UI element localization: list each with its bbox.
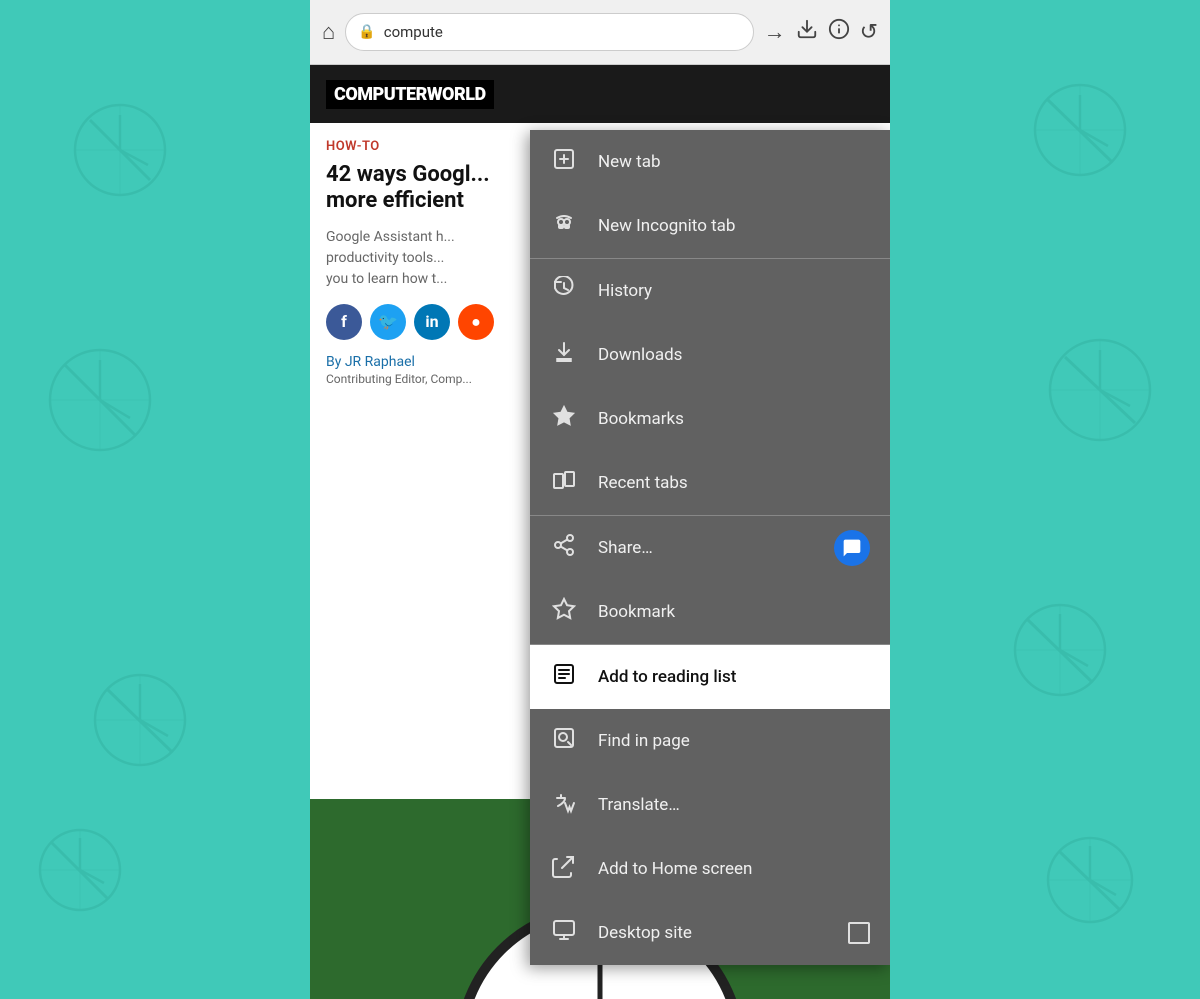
facebook-icon[interactable]: f (326, 304, 362, 340)
menu-item-new-tab[interactable]: New tab (530, 130, 890, 194)
recent-tabs-icon (550, 468, 578, 498)
refresh-icon[interactable]: ↺ (860, 20, 878, 45)
menu-item-desktop-site[interactable]: Desktop site (530, 901, 890, 965)
find-in-page-icon (550, 726, 578, 756)
menu-item-new-incognito-tab[interactable]: New Incognito tab (530, 194, 890, 258)
share-label: Share… (598, 538, 814, 558)
address-text: compute (384, 23, 443, 41)
bookmarks-label: Bookmarks (598, 409, 870, 429)
twitter-icon[interactable]: 🐦 (370, 304, 406, 340)
menu-item-recent-tabs[interactable]: Recent tabs (530, 451, 890, 515)
history-icon (550, 276, 578, 306)
share-icon (550, 533, 578, 563)
site-header: COMPUTERWORLD (310, 65, 890, 123)
add-home-screen-label: Add to Home screen (598, 859, 870, 879)
reading-list-icon (550, 662, 578, 692)
menu-item-add-home-screen[interactable]: Add to Home screen (530, 837, 890, 901)
desktop-site-label: Desktop site (598, 923, 828, 943)
new-tab-label: New tab (598, 152, 870, 172)
translate-icon (550, 790, 578, 820)
download-icon[interactable] (796, 18, 818, 46)
desktop-site-checkbox[interactable] (848, 922, 870, 944)
share-badge (834, 530, 870, 566)
downloads-icon (550, 340, 578, 370)
reddit-icon[interactable]: ● (458, 304, 494, 340)
bookmarks-icon (550, 404, 578, 434)
menu-item-find-in-page[interactable]: Find in page (530, 709, 890, 773)
history-label: History (598, 281, 870, 301)
phone-frame: ⌂ 🔒 compute → ↺ COMPUTERWORLD (310, 0, 890, 999)
downloads-label: Downloads (598, 345, 870, 365)
info-icon[interactable] (828, 18, 850, 46)
bookmark-icon (550, 597, 578, 627)
incognito-icon (550, 211, 578, 241)
incognito-label: New Incognito tab (598, 216, 870, 236)
desktop-site-icon (550, 918, 578, 948)
menu-item-bookmarks[interactable]: Bookmarks (530, 387, 890, 451)
page-content: COMPUTERWORLD HOW-TO 42 ways Googl...mor… (310, 65, 890, 999)
menu-item-bookmark[interactable]: Bookmark (530, 580, 890, 644)
site-logo: COMPUTERWORLD (326, 80, 494, 109)
lock-icon: 🔒 (358, 24, 375, 40)
menu-item-share[interactable]: Share… (530, 516, 890, 580)
linkedin-icon[interactable]: in (414, 304, 450, 340)
menu-item-translate[interactable]: Translate… (530, 773, 890, 837)
bookmark-label: Bookmark (598, 602, 870, 622)
browser-toolbar: ⌂ 🔒 compute → ↺ (310, 0, 890, 65)
find-in-page-label: Find in page (598, 731, 870, 751)
new-tab-icon (550, 147, 578, 177)
menu-item-downloads[interactable]: Downloads (530, 323, 890, 387)
add-reading-list-label: Add to reading list (598, 667, 870, 687)
menu-item-history[interactable]: History (530, 259, 890, 323)
forward-icon[interactable]: → (764, 19, 786, 45)
recent-tabs-label: Recent tabs (598, 473, 870, 493)
add-home-icon (550, 854, 578, 884)
home-icon[interactable]: ⌂ (322, 19, 335, 45)
translate-label: Translate… (598, 795, 870, 815)
dropdown-menu: New tab New Incognito tab (530, 130, 890, 965)
menu-item-add-reading-list[interactable]: Add to reading list (530, 645, 890, 709)
address-bar[interactable]: 🔒 compute (345, 13, 753, 51)
